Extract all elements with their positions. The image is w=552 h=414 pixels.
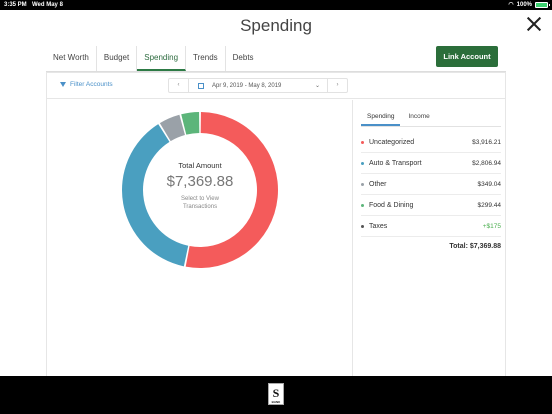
category-dot	[361, 161, 364, 165]
prev-range-button[interactable]: ‹	[169, 79, 189, 92]
date-range-label[interactable]: Apr 9, 2019 - May 8, 2019	[212, 83, 315, 89]
tab-net-worth[interactable]: Net Worth	[46, 46, 97, 71]
category-row[interactable]: Auto & Transport $2,806.94	[361, 153, 501, 174]
category-row[interactable]: Uncategorized $3,916.21	[361, 132, 501, 153]
category-row[interactable]: Taxes +$175	[361, 216, 501, 237]
bank-logo: S BANK	[268, 383, 284, 405]
category-dot	[361, 203, 364, 207]
close-icon[interactable]	[526, 16, 542, 32]
category-amount: $349.04	[477, 180, 502, 188]
category-name: Uncategorized	[369, 138, 415, 146]
filter-bar: Filter Accounts ‹ Apr 9, 2019 - May 8, 2…	[47, 73, 505, 99]
date-range-picker: ‹ Apr 9, 2019 - May 8, 2019 ⌄ ›	[168, 78, 348, 93]
spending-card: Filter Accounts ‹ Apr 9, 2019 - May 8, 2…	[46, 72, 506, 377]
category-row[interactable]: Other $349.04	[361, 174, 501, 195]
category-amount: +$175	[482, 222, 501, 230]
category-amount: $299.44	[477, 201, 502, 209]
spending-total: Total: $7,369.88	[449, 243, 501, 250]
bottom-bar: S BANK	[0, 376, 552, 414]
category-name: Taxes	[369, 222, 388, 230]
tab-debts[interactable]: Debts	[226, 46, 261, 71]
donut-slice-food-dining[interactable]	[181, 112, 200, 135]
total-amount-value: $7,369.88	[166, 173, 234, 190]
status-bar: 3:35 PM Wed May 8 ◠ 100%	[0, 0, 552, 10]
category-name: Other	[369, 180, 387, 188]
category-name: Food & Dining	[369, 201, 414, 209]
tab-spending-panel[interactable]: Spending	[361, 109, 401, 126]
category-panel: Spending Income Uncategorized $3,916.21 …	[361, 109, 501, 250]
bank-logo-letter: S	[272, 386, 280, 400]
filter-accounts-button[interactable]: Filter Accounts	[60, 81, 113, 88]
next-range-button[interactable]: ›	[327, 79, 347, 92]
total-amount-label: Total Amount	[178, 161, 222, 170]
category-dot	[361, 182, 364, 186]
category-name: Auto & Transport	[369, 159, 422, 167]
category-dot	[361, 140, 364, 144]
filter-icon	[60, 82, 66, 87]
category-amount: $3,916.21	[472, 138, 501, 146]
tab-spending[interactable]: Spending	[137, 46, 187, 71]
battery-percent: 100%	[516, 2, 532, 8]
panel-tabs: Spending Income	[361, 109, 501, 127]
wifi-icon: ◠	[508, 2, 514, 8]
status-date: Wed May 8	[32, 2, 63, 8]
tab-budget[interactable]: Budget	[97, 46, 138, 71]
category-dot	[361, 224, 364, 228]
battery-icon	[535, 2, 550, 8]
chevron-down-icon[interactable]: ⌄	[315, 82, 327, 89]
status-right: ◠ 100%	[508, 0, 550, 10]
select-hint: Select to View Transactions	[140, 195, 260, 211]
category-row[interactable]: Food & Dining $299.44	[361, 195, 501, 216]
tab-trends[interactable]: Trends	[186, 46, 226, 71]
panel-divider	[352, 100, 353, 377]
select-hint-line2: Transactions	[182, 204, 218, 210]
status-time: 3:35 PM	[4, 2, 27, 8]
donut-center: Total Amount $7,369.88 Select to View Tr…	[140, 161, 260, 211]
link-account-button[interactable]: Link Account	[436, 46, 498, 67]
category-amount: $2,806.94	[472, 159, 501, 167]
calendar-icon	[198, 82, 204, 89]
page-title: Spending	[240, 16, 312, 35]
bank-logo-caption: BANK	[271, 400, 281, 404]
filter-label: Filter Accounts	[70, 81, 113, 88]
tab-income-panel[interactable]: Income	[402, 109, 435, 126]
select-hint-line1: Select to View	[181, 196, 219, 202]
